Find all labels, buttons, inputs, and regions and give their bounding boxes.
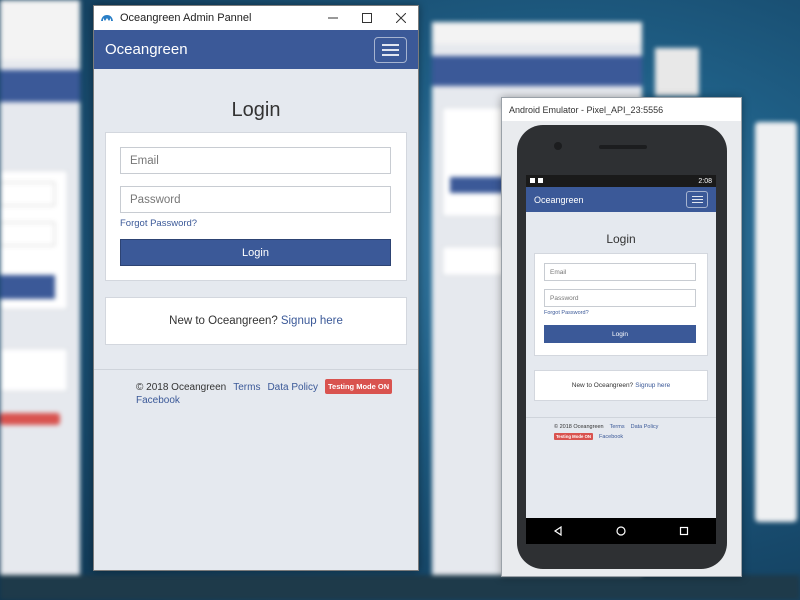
data-policy-link[interactable]: Data Policy: [267, 382, 318, 393]
phone-navbar: Oceangreen: [526, 187, 716, 212]
main-content: Login Forgot Password? Login New to Ocea…: [94, 99, 418, 345]
phone-forgot-password-link[interactable]: Forgot Password?: [544, 310, 698, 316]
navbar-brand[interactable]: Oceangreen: [105, 41, 188, 58]
status-time: 2:08: [698, 177, 712, 185]
signup-prompt: New to Oceangreen?: [169, 315, 278, 327]
testing-mode-badge: Testing Mode ON: [325, 379, 393, 394]
notification-icon: [530, 177, 535, 183]
navbar: Oceangreen: [94, 30, 418, 69]
phone-email-field[interactable]: Email: [544, 263, 696, 281]
minimize-icon[interactable]: [316, 6, 350, 30]
phone-signup-card: New to Oceangreen? Signup here: [534, 370, 708, 401]
login-heading: Login: [231, 99, 281, 121]
close-icon[interactable]: [384, 6, 418, 30]
phone-signup-prompt: New to Oceangreen?: [571, 382, 634, 389]
phone-screen: 2:08 Oceangreen Login Email Password For…: [526, 175, 716, 518]
phone-password-field[interactable]: Password: [544, 289, 696, 307]
terms-link[interactable]: Terms: [233, 382, 260, 393]
android-home-icon[interactable]: [611, 521, 631, 541]
android-nav-bar: [526, 518, 716, 544]
phone-facebook-link[interactable]: Facebook: [599, 434, 623, 440]
android-back-icon[interactable]: [548, 521, 568, 541]
phone-copyright-text: © 2018 Oceangreen: [554, 424, 604, 430]
hamburger-menu-icon[interactable]: [374, 36, 407, 63]
admin-panel-window: Oceangreen Admin Pannel Oceangreen Login…: [93, 5, 419, 571]
app-logo-icon: [101, 15, 113, 21]
emulator-side-toolbar: [755, 122, 797, 522]
phone-footer: © 2018 Oceangreen Terms Data Policy Testin…: [526, 417, 716, 442]
status-bar: 2:08: [526, 175, 716, 187]
emulator-title[interactable]: Android Emulator - Pixel_API_23:5556: [502, 98, 741, 121]
login-card: Forgot Password? Login: [105, 132, 407, 281]
speaker-icon: [599, 145, 647, 149]
phone-login-heading: Login: [606, 232, 636, 246]
password-field[interactable]: [120, 186, 391, 213]
phone-terms-link[interactable]: Terms: [610, 424, 625, 430]
phone-testing-mode-badge: Testing Mode ON: [554, 433, 594, 440]
phone-login-button[interactable]: Login: [544, 325, 696, 343]
phone-login-card: Email Password Forgot Password? Login: [534, 253, 708, 356]
footer: © 2018 Oceangreen Terms Data Policy Testing…: [94, 369, 418, 407]
forgot-password-link[interactable]: Forgot Password?: [120, 218, 392, 229]
window-title: Oceangreen Admin Pannel: [120, 12, 252, 24]
email-field[interactable]: [120, 147, 391, 174]
android-icon: [538, 177, 543, 183]
phone-data-policy-link[interactable]: Data Policy: [631, 424, 659, 430]
android-emulator-window: Android Emulator - Pixel_API_23:5556 2:0…: [501, 97, 742, 577]
copyright-text: © 2018 Oceangreen: [136, 382, 227, 393]
camera-icon: [554, 142, 562, 150]
background-window-left: [0, 0, 80, 575]
phone-frame: 2:08 Oceangreen Login Email Password For…: [517, 125, 727, 569]
signup-link[interactable]: Signup here: [281, 315, 343, 327]
phone-hamburger-menu-icon[interactable]: [686, 191, 708, 208]
login-button[interactable]: Login: [120, 239, 391, 266]
window-titlebar[interactable]: Oceangreen Admin Pannel: [94, 6, 418, 30]
maximize-icon[interactable]: [350, 6, 384, 30]
phone-navbar-brand[interactable]: Oceangreen: [534, 195, 584, 205]
facebook-link[interactable]: Facebook: [136, 395, 180, 406]
signup-card: New to Oceangreen? Signup here: [105, 297, 407, 345]
phone-signup-link[interactable]: Signup here: [635, 382, 670, 389]
android-recents-icon[interactable]: [674, 521, 694, 541]
taskbar: [0, 575, 800, 600]
background-small-panel: [655, 48, 699, 96]
